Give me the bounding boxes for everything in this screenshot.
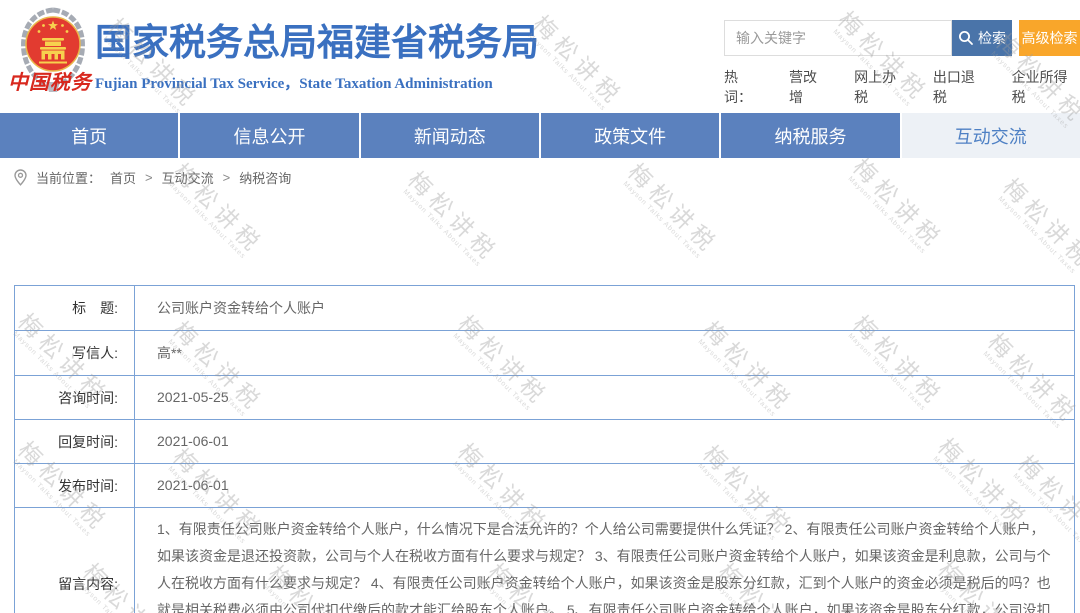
watermark: 梅松讲税Mayson Talks About Taxes [618, 160, 722, 264]
search-icon [958, 30, 974, 46]
row-value-publish-time: 2021-06-01 [135, 464, 1075, 508]
site-title-block[interactable]: 国家税务总局福建省税务局 Fujian Provincial Tax Servi… [95, 12, 539, 93]
search-row: 检索 高级检索 [724, 20, 1080, 56]
advanced-search-button[interactable]: 高级检索 [1019, 20, 1080, 56]
hot-words-bar: 热词： 营改增 网上办税 出口退税 企业所得税 [724, 67, 1080, 107]
site-subtitle: Fujian Provincial Tax Service，State Taxa… [95, 72, 539, 93]
table-row: 写信人: 高** [15, 331, 1075, 376]
row-label-reply-time: 回复时间: [15, 420, 135, 464]
hot-word-link[interactable]: 出口退税 [933, 67, 988, 107]
hot-word-link[interactable]: 企业所得税 [1012, 67, 1080, 107]
row-value-message: 1、有限责任公司账户资金转给个人账户，什么情况下是合法允许的？个人给公司需要提供… [135, 508, 1075, 613]
search-button[interactable]: 检索 [952, 20, 1012, 56]
hot-word-link[interactable]: 营改增 [789, 67, 830, 107]
hot-words-label: 热词： [724, 67, 765, 107]
breadcrumb-interaction[interactable]: 互动交流 [162, 168, 214, 187]
row-value-writer: 高** [135, 331, 1075, 376]
site-header: 中国税务 国家税务总局福建省税务局 Fujian Provincial Tax … [0, 0, 1080, 113]
breadcrumb-prefix: 当前位置： [36, 168, 101, 187]
hot-word-link[interactable]: 网上办税 [854, 67, 909, 107]
breadcrumb-tax-consult[interactable]: 纳税咨询 [239, 168, 291, 187]
page: 中国税务 国家税务总局福建省税务局 Fujian Provincial Tax … [0, 0, 1080, 613]
breadcrumb-separator: > [223, 170, 231, 185]
nav-item-policy[interactable]: 政策文件 [541, 113, 721, 158]
table-row: 标 题: 公司账户资金转给个人账户 [15, 286, 1075, 331]
site-title: 国家税务总局福建省税务局 [95, 12, 539, 66]
watermark: 梅松讲税Mayson Talks About Taxes [398, 168, 502, 272]
search-button-label: 检索 [978, 28, 1006, 48]
row-label-consult-time: 咨询时间: [15, 376, 135, 420]
table-row: 回复时间: 2021-06-01 [15, 420, 1075, 464]
nav-item-news[interactable]: 新闻动态 [361, 113, 541, 158]
watermark: 梅松讲税Mayson Talks About Taxes [843, 155, 947, 259]
table-row: 咨询时间: 2021-05-25 [15, 376, 1075, 420]
nav-item-interaction[interactable]: 互动交流 [902, 113, 1080, 158]
row-value-reply-time: 2021-06-01 [135, 420, 1075, 464]
row-value-title: 公司账户资金转给个人账户 [135, 286, 1075, 331]
table-row: 发布时间: 2021-06-01 [15, 464, 1075, 508]
nav-item-info-disclosure[interactable]: 信息公开 [180, 113, 360, 158]
nav-item-home[interactable]: 首页 [0, 113, 180, 158]
row-label-writer: 写信人: [15, 331, 135, 376]
search-input[interactable] [724, 20, 952, 56]
row-label-publish-time: 发布时间: [15, 464, 135, 508]
breadcrumb-separator: > [145, 170, 153, 185]
main-nav: 首页 信息公开 新闻动态 政策文件 纳税服务 互动交流 [0, 113, 1080, 158]
row-label-title: 标 题: [15, 286, 135, 331]
watermark: 梅松讲税Mayson Talks About Taxes [993, 175, 1080, 279]
consultation-detail-table: 标 题: 公司账户资金转给个人账户 写信人: 高** 咨询时间: 2021-05… [14, 285, 1075, 613]
nav-item-tax-service[interactable]: 纳税服务 [721, 113, 901, 158]
search-area: 检索 高级检索 热词： 营改增 网上办税 出口退税 企业所得税 [724, 20, 1080, 107]
table-row: 留言内容: 1、有限责任公司账户资金转给个人账户，什么情况下是合法允许的？个人给… [15, 508, 1075, 613]
location-pin-icon [14, 169, 27, 186]
row-label-message: 留言内容: [15, 508, 135, 613]
logo-caption: 中国税务 [0, 66, 100, 95]
breadcrumb-home[interactable]: 首页 [110, 168, 136, 187]
breadcrumb: 当前位置： 首页 > 互动交流 > 纳税咨询 [14, 168, 291, 187]
row-value-consult-time: 2021-05-25 [135, 376, 1075, 420]
